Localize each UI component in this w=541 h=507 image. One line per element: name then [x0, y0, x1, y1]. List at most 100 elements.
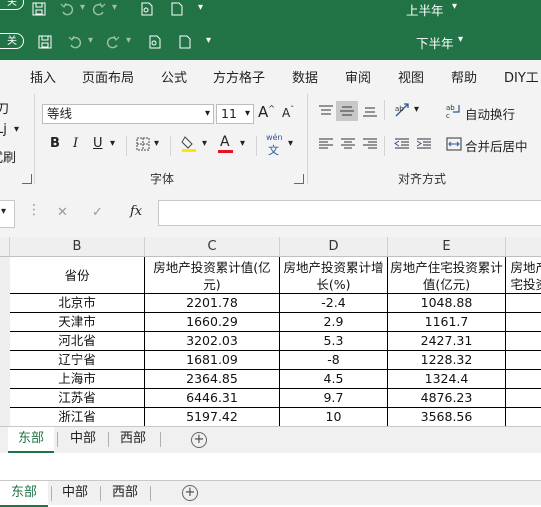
name-box[interactable]: ▾ — [0, 200, 15, 228]
invest-total-cell[interactable]: 1660.29 — [145, 313, 280, 332]
shrink-font-button[interactable]: Aˇ — [282, 105, 294, 120]
phonetic-dropdown-icon[interactable]: ▾ — [288, 138, 293, 149]
sheet-tab-west[interactable]: 西部 — [110, 427, 156, 451]
invest-growth-cell[interactable]: -2.4 — [280, 294, 388, 313]
residential-total-cell[interactable]: 3568.56 — [388, 408, 506, 427]
province-cell[interactable]: 辽宁省 — [10, 351, 145, 370]
residential-total-cell[interactable]: 1228.32 — [388, 351, 506, 370]
invest-growth-cell[interactable]: 10 — [280, 408, 388, 427]
column-header-f[interactable] — [506, 237, 541, 257]
header-cell-residential-total[interactable]: 房地产住宅投资累计值(亿元) — [388, 257, 506, 294]
phonetic-guide-char[interactable]: 文 — [268, 142, 279, 158]
wrap-text-button[interactable]: 自动换行 — [465, 104, 515, 123]
tab-insert[interactable]: 插入 — [30, 67, 56, 86]
tab-fangfang[interactable]: 方方格子 — [213, 67, 265, 86]
province-cell[interactable]: 上海市 — [10, 370, 145, 389]
copy-dropdown-icon[interactable]: ▾ — [14, 124, 19, 135]
tab-data[interactable]: 数据 — [292, 67, 318, 86]
province-cell[interactable]: 北京市 — [10, 294, 145, 313]
residential-growth-cell[interactable] — [506, 408, 541, 427]
residential-growth-cell[interactable] — [506, 389, 541, 408]
undo-icon[interactable] — [68, 35, 82, 49]
new-file-icon[interactable] — [178, 35, 192, 49]
font-size-select[interactable]: 11 ▾ — [216, 104, 254, 124]
font-launcher-icon[interactable] — [294, 174, 304, 184]
print-preview-icon[interactable] — [140, 2, 154, 16]
formula-input[interactable] — [158, 200, 541, 226]
save-icon[interactable] — [32, 2, 46, 16]
undo-dropdown-icon[interactable]: ▾ — [88, 35, 93, 46]
border-icon[interactable] — [136, 137, 150, 151]
decrease-indent-icon[interactable] — [394, 137, 410, 151]
align-top-icon[interactable] — [318, 104, 334, 118]
sheet-tab-east[interactable]: 东部 — [8, 427, 54, 453]
column-header-d[interactable]: D — [280, 237, 388, 257]
invest-total-cell[interactable]: 2364.85 — [145, 370, 280, 389]
column-header-c[interactable]: C — [145, 237, 280, 257]
residential-total-cell[interactable]: 4876.23 — [388, 389, 506, 408]
undo-dropdown-icon[interactable]: ▾ — [80, 2, 85, 13]
province-cell[interactable]: 浙江省 — [10, 408, 145, 427]
sheet-tab-east[interactable]: 东部 — [0, 481, 48, 507]
header-cell-province[interactable]: 省份 — [10, 257, 145, 294]
phonetic-guide-pinyin[interactable]: wén — [266, 133, 283, 142]
align-center-icon[interactable] — [340, 137, 356, 151]
redo-dropdown-icon[interactable]: ▾ — [112, 2, 117, 13]
copy-button[interactable]: Lj — [0, 122, 7, 137]
bold-button[interactable]: B — [50, 136, 60, 151]
autosave-toggle[interactable]: 关 — [0, 0, 24, 10]
header-cell-residential-growth[interactable]: 房地产住宅投资累 — [506, 257, 541, 294]
back-title-dropdown-icon[interactable]: ▾ — [452, 1, 457, 12]
format-painter-button[interactable]: 式刷 — [0, 147, 16, 166]
font-name-select[interactable]: 等线 ▾ — [42, 104, 214, 124]
invest-total-cell[interactable]: 5197.42 — [145, 408, 280, 427]
add-sheet-icon[interactable]: + — [182, 485, 198, 501]
invest-total-cell[interactable]: 3202.03 — [145, 332, 280, 351]
italic-button[interactable]: I — [73, 136, 78, 151]
fill-color-dropdown-icon[interactable]: ▾ — [202, 138, 207, 149]
underline-dropdown-icon[interactable]: ▾ — [110, 138, 115, 149]
residential-total-cell[interactable]: 1048.88 — [388, 294, 506, 313]
residential-total-cell[interactable]: 1161.7 — [388, 313, 506, 332]
residential-growth-cell[interactable] — [506, 370, 541, 389]
invest-growth-cell[interactable]: -8 — [280, 351, 388, 370]
border-dropdown-icon[interactable]: ▾ — [154, 138, 159, 149]
font-color-dropdown-icon[interactable]: ▾ — [240, 138, 245, 149]
tab-help[interactable]: 帮助 — [451, 67, 477, 86]
formula-bar-grip-icon[interactable]: ⋮ — [27, 202, 41, 218]
header-cell-invest-growth[interactable]: 房地产投资累计增长(%) — [280, 257, 388, 294]
add-sheet-icon[interactable]: + — [191, 432, 207, 448]
qat-customize-icon[interactable]: ▾ — [206, 35, 211, 46]
enter-icon[interactable]: ✓ — [92, 205, 103, 220]
residential-growth-cell[interactable] — [506, 332, 541, 351]
insert-function-icon[interactable]: fx — [130, 204, 142, 219]
save-icon[interactable] — [38, 35, 52, 49]
province-cell[interactable]: 江苏省 — [10, 389, 145, 408]
align-bottom-icon[interactable] — [362, 104, 378, 118]
column-header-b[interactable]: B — [10, 237, 145, 257]
fill-color-icon[interactable] — [181, 135, 197, 153]
invest-total-cell[interactable]: 1681.09 — [145, 351, 280, 370]
autosave-toggle-front[interactable]: 关 — [0, 33, 24, 49]
align-right-icon[interactable] — [362, 137, 378, 151]
redo-icon[interactable] — [106, 35, 120, 49]
sheet-tab-west[interactable]: 西部 — [102, 481, 148, 505]
residential-total-cell[interactable]: 2427.31 — [388, 332, 506, 351]
font-color-button[interactable]: A — [220, 134, 230, 150]
align-left-icon[interactable] — [318, 137, 334, 151]
tab-page-layout[interactable]: 页面布局 — [82, 67, 134, 86]
redo-icon[interactable] — [92, 2, 106, 16]
merge-center-button[interactable]: 合并后居中 — [465, 136, 528, 155]
title-dropdown-icon[interactable]: ▾ — [458, 34, 463, 45]
tab-view[interactable]: 视图 — [398, 67, 424, 86]
residential-total-cell[interactable]: 1324.4 — [388, 370, 506, 389]
grow-font-button[interactable]: A^ — [258, 103, 275, 121]
orientation-icon[interactable]: ab — [394, 102, 412, 118]
invest-growth-cell[interactable]: 4.5 — [280, 370, 388, 389]
residential-growth-cell[interactable] — [506, 313, 541, 332]
merge-center-icon[interactable] — [446, 136, 462, 152]
invest-growth-cell[interactable]: 9.7 — [280, 389, 388, 408]
orientation-dropdown-icon[interactable]: ▾ — [414, 104, 419, 115]
province-cell[interactable]: 天津市 — [10, 313, 145, 332]
residential-growth-cell[interactable] — [506, 351, 541, 370]
